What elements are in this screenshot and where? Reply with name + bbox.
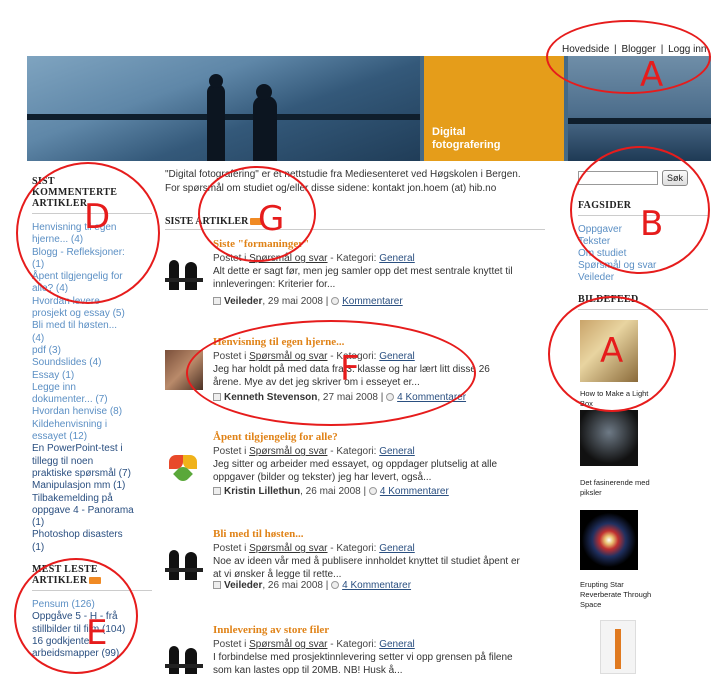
post-category-link[interactable]: Spørsmål og svar xyxy=(249,639,327,650)
post-footer: Veileder, 29 mai 2008 | Kommentarer xyxy=(213,296,403,307)
banner-photo-silhouettes xyxy=(27,56,420,161)
post-thumbnail[interactable] xyxy=(165,252,203,292)
recent-comment-link[interactable]: Hvordan henvise (8) xyxy=(32,406,152,418)
post-meta: Postet i Spørsmål og svar - Kategori: Ge… xyxy=(213,446,415,457)
user-icon xyxy=(213,581,221,590)
annotation-label-a: A xyxy=(640,55,664,95)
post-title[interactable]: Bli med til høsten... xyxy=(213,528,303,540)
annotation-label-f: F xyxy=(340,349,360,389)
recent-comment-link[interactable]: tillegg til noen xyxy=(32,456,152,468)
annotation-ellipse-g xyxy=(198,166,316,262)
post-excerpt: I forbindelse med prosjektinnlevering se… xyxy=(213,652,513,674)
comment-icon xyxy=(331,581,340,590)
feed-image-device[interactable] xyxy=(600,620,636,674)
post-comments-link[interactable]: Kommentarer xyxy=(342,296,403,307)
recent-comment-link[interactable]: Soundslides (4) xyxy=(32,357,152,369)
feed-caption-2[interactable]: Det fasinerende med piksler xyxy=(580,478,660,498)
recent-comment-link[interactable]: Tilbakemelding på xyxy=(32,493,152,505)
annotation-ellipse-f xyxy=(186,320,476,426)
annotation-ellipse-a xyxy=(546,20,711,94)
feed-image-pixels[interactable] xyxy=(580,410,638,466)
post-author: Veileder xyxy=(224,296,263,307)
annotation-ellipse-e xyxy=(14,558,138,674)
post-title[interactable]: Innlevering av store filer xyxy=(213,624,329,636)
post-date: , 26 mai 2008 | xyxy=(300,486,367,497)
post-comments-link[interactable]: 4 Kommentarer xyxy=(380,486,449,497)
post-category-link[interactable]: Spørsmål og svar xyxy=(249,446,327,457)
recent-comment-link[interactable]: Manipulasjon mm (1) xyxy=(32,480,152,492)
recent-comment-link[interactable]: prosjekt og essay (5) xyxy=(32,308,152,320)
annotation-label-e: E xyxy=(86,613,108,653)
post-footer: Kristin Lillethun, 26 mai 2008 | 4 Komme… xyxy=(213,486,449,497)
recent-comment-link[interactable]: En PowerPoint-test i xyxy=(32,443,152,455)
recent-comment-link[interactable]: Kildehenvisning i xyxy=(32,419,152,431)
recent-comment-link[interactable]: praktiske spørsmål (7) xyxy=(32,468,152,480)
post-excerpt: Noe av ideen vår med å publisere innhold… xyxy=(213,556,520,580)
recent-comment-link[interactable]: oppgave 4 - Panorama xyxy=(32,505,152,517)
post-thumbnail[interactable] xyxy=(165,638,203,674)
post-comments-link[interactable]: 4 Kommentarer xyxy=(342,580,411,591)
annotation-label-c: A xyxy=(600,331,624,371)
post-title[interactable]: Åpent tilgjengelig for alle? xyxy=(213,431,338,443)
post-excerpt: Jeg sitter og arbeider med essayet, og o… xyxy=(213,459,498,483)
recent-comment-link[interactable]: (1) xyxy=(32,517,152,529)
feed-image-star[interactable] xyxy=(580,510,638,570)
post-excerpt: Alt dette er sagt før, men jeg samler op… xyxy=(213,266,513,290)
recent-comment-link[interactable]: (4) xyxy=(32,333,152,345)
post-date: , 29 mai 2008 | xyxy=(262,296,329,307)
comment-icon xyxy=(368,487,377,496)
banner-title-block[interactable]: Digital fotografering xyxy=(424,56,564,161)
post-date: , 26 mai 2008 | xyxy=(262,580,329,591)
annotation-label-b: B xyxy=(640,204,664,244)
post-meta: Postet i Spørsmål og svar - Kategori: Ge… xyxy=(213,639,415,650)
post-author: Kristin Lillethun xyxy=(224,486,301,497)
post-category-link[interactable]: Spørsmål og svar xyxy=(249,543,327,554)
recent-comment-link[interactable]: Bli med til høsten... xyxy=(32,320,152,332)
post-meta: Postet i Spørsmål og svar - Kategori: Ge… xyxy=(213,543,415,554)
recent-comment-link[interactable]: Legge inn xyxy=(32,382,152,394)
post-thumbnail[interactable] xyxy=(165,542,203,582)
user-icon xyxy=(213,297,221,306)
post-author: Veileder xyxy=(224,580,263,591)
post-kategori-link[interactable]: General xyxy=(379,446,415,457)
post-kategori-link[interactable]: General xyxy=(379,543,415,554)
recent-comment-link[interactable]: Essay (1) xyxy=(32,370,152,382)
feed-caption-3[interactable]: Erupting Star Reverberate Through Space xyxy=(580,580,660,610)
post-footer: Veileder, 26 mai 2008 | 4 Kommentarer xyxy=(213,580,411,591)
recent-comment-link[interactable]: (1) xyxy=(32,542,152,554)
post-kategori-link[interactable]: General xyxy=(379,253,415,264)
annotation-label-g: G xyxy=(258,199,285,239)
recent-comment-link[interactable]: Photoshop disasters xyxy=(32,529,152,541)
recent-comment-link[interactable]: dokumenter... (7) xyxy=(32,394,152,406)
recent-comment-link[interactable]: pdf (3) xyxy=(32,345,152,357)
comment-icon xyxy=(331,297,340,306)
annotation-label-d: D xyxy=(84,197,111,237)
post-thumbnail[interactable] xyxy=(165,445,203,485)
user-icon xyxy=(213,487,221,496)
post-kategori-link[interactable]: General xyxy=(379,639,415,650)
site-title[interactable]: Digital fotografering xyxy=(432,126,552,152)
recent-comment-link[interactable]: essayet (12) xyxy=(32,431,152,443)
